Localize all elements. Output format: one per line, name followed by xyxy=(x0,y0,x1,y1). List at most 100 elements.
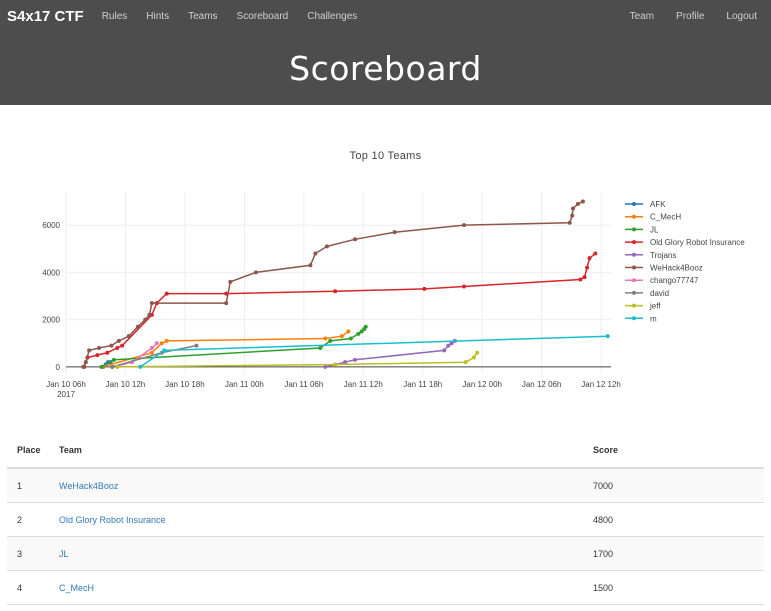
data-point-david[interactable] xyxy=(110,364,115,369)
data-point-wehack4booz[interactable] xyxy=(81,364,86,369)
team-link[interactable]: C_MecH xyxy=(59,583,94,593)
legend-marker-jeff[interactable] xyxy=(632,303,636,308)
data-point-trojans[interactable] xyxy=(442,348,447,353)
data-point-wehack4booz[interactable] xyxy=(308,263,313,268)
data-point-old-glory-robot-insurance[interactable] xyxy=(587,256,592,261)
data-point-jl[interactable] xyxy=(356,331,361,336)
data-point-m[interactable] xyxy=(605,334,610,339)
legend-marker-c-mech[interactable] xyxy=(632,214,636,219)
nav-hints-link[interactable]: Hints xyxy=(146,11,169,22)
data-point-old-glory-robot-insurance[interactable] xyxy=(462,284,467,289)
data-point-c-mech[interactable] xyxy=(159,341,164,346)
data-point-wehack4booz[interactable] xyxy=(571,206,576,211)
data-point-wehack4booz[interactable] xyxy=(575,201,580,206)
nav-logout-link[interactable]: Logout xyxy=(726,11,757,22)
data-point-wehack4booz[interactable] xyxy=(116,338,121,343)
data-point-wehack4booz[interactable] xyxy=(228,279,233,284)
data-point-jeff[interactable] xyxy=(463,360,468,365)
data-point-old-glory-robot-insurance[interactable] xyxy=(578,277,583,282)
x-tick-label: Jan 11 00h xyxy=(225,380,264,389)
series-line-jl[interactable] xyxy=(101,326,367,368)
data-point-wehack4booz[interactable] xyxy=(462,223,467,228)
team-link[interactable]: JL xyxy=(59,549,69,559)
data-point-wehack4booz[interactable] xyxy=(143,317,148,322)
data-point-trojans[interactable] xyxy=(353,357,358,362)
data-point-old-glory-robot-insurance[interactable] xyxy=(164,291,169,296)
chart-svg[interactable]: Jan 10 06h2017 Jan 10 12h Jan 10 18h Jan 11… xyxy=(0,105,771,433)
table-header-row: Place Team Score xyxy=(7,433,764,469)
data-point-wehack4booz[interactable] xyxy=(392,230,397,235)
data-point-wehack4booz[interactable] xyxy=(353,237,358,242)
legend-marker-david[interactable] xyxy=(632,290,636,295)
data-point-wehack4booz[interactable] xyxy=(324,244,329,249)
legend-marker-jl[interactable] xyxy=(632,227,636,232)
data-point-wehack4booz[interactable] xyxy=(253,270,258,275)
data-point-c-mech[interactable] xyxy=(164,338,169,343)
data-point-c-mech[interactable] xyxy=(149,350,154,355)
data-point-old-glory-robot-insurance[interactable] xyxy=(333,289,338,294)
legend-marker-trojans[interactable] xyxy=(632,252,636,257)
data-point-jeff[interactable] xyxy=(471,355,476,360)
data-point-trojans[interactable] xyxy=(446,343,451,348)
data-point-old-glory-robot-insurance[interactable] xyxy=(582,275,587,280)
data-point-wehack4booz[interactable] xyxy=(147,312,152,317)
data-point-wehack4booz[interactable] xyxy=(87,348,92,353)
header-team: Team xyxy=(49,433,583,469)
nav-challenges-link[interactable]: Challenges xyxy=(307,11,357,22)
data-point-old-glory-robot-insurance[interactable] xyxy=(585,265,590,270)
data-point-wehack4booz[interactable] xyxy=(126,334,131,339)
legend-marker-m[interactable] xyxy=(632,316,636,321)
data-point-jl[interactable] xyxy=(99,364,104,369)
nav-scoreboard-link[interactable]: Scoreboard xyxy=(237,11,289,22)
data-point-wehack4booz[interactable] xyxy=(97,346,102,350)
data-point-c-mech[interactable] xyxy=(346,329,351,334)
legend-marker-chango77747[interactable] xyxy=(632,278,636,283)
data-point-wehack4booz[interactable] xyxy=(580,199,585,204)
legend-marker-old-glory-robot-insurance[interactable] xyxy=(632,240,636,245)
team-link[interactable]: Old Glory Robot Insurance xyxy=(59,515,166,525)
data-point-jeff[interactable] xyxy=(333,362,338,367)
data-point-jl[interactable] xyxy=(111,357,116,362)
legend-marker-wehack4booz[interactable] xyxy=(632,265,636,270)
data-point-wehack4booz[interactable] xyxy=(224,301,229,306)
legend-marker-afk[interactable] xyxy=(632,202,636,206)
data-point-wehack4booz[interactable] xyxy=(135,324,140,329)
data-point-wehack4booz[interactable] xyxy=(83,360,88,365)
brand-logo[interactable]: S4x17 CTF xyxy=(7,8,84,25)
data-point-m[interactable] xyxy=(138,364,143,369)
team-link[interactable]: WeHack4Booz xyxy=(59,481,118,491)
data-point-wehack4booz[interactable] xyxy=(313,251,318,256)
legend-label-david: david xyxy=(650,289,669,298)
data-point-jl[interactable] xyxy=(363,324,368,329)
data-point-m[interactable] xyxy=(162,348,167,353)
nav-profile-link[interactable]: Profile xyxy=(676,11,704,22)
data-point-jeff[interactable] xyxy=(475,350,480,355)
data-point-wehack4booz[interactable] xyxy=(109,343,114,348)
scoreboard-chart: Top 10 Teams Jan 10 06h 2017 Jan 10 12h Jan… xyxy=(0,105,771,433)
data-point-old-glory-robot-insurance[interactable] xyxy=(105,350,110,355)
data-point-wehack4booz[interactable] xyxy=(149,301,154,306)
nav-rules-link[interactable]: Rules xyxy=(102,11,128,22)
nav-teams-link[interactable]: Teams xyxy=(188,11,217,22)
data-point-jl[interactable] xyxy=(348,336,353,341)
data-point-david[interactable] xyxy=(194,343,199,348)
header-place: Place xyxy=(7,433,49,469)
data-point-old-glory-robot-insurance[interactable] xyxy=(593,251,598,256)
data-point-old-glory-robot-insurance[interactable] xyxy=(422,286,427,291)
series-line-old-glory-robot-insurance[interactable] xyxy=(83,252,596,368)
nav-team-link[interactable]: Team xyxy=(630,11,654,22)
data-point-old-glory-robot-insurance[interactable] xyxy=(115,346,120,350)
data-point-jeff[interactable] xyxy=(115,364,120,369)
data-point-old-glory-robot-insurance[interactable] xyxy=(95,353,100,358)
data-point-chango77747[interactable] xyxy=(149,346,154,350)
data-point-chango77747[interactable] xyxy=(154,341,159,346)
data-point-jl[interactable] xyxy=(318,346,323,350)
data-point-jl[interactable] xyxy=(328,338,333,343)
data-point-trojans[interactable] xyxy=(323,364,328,369)
data-point-c-mech[interactable] xyxy=(339,334,344,339)
data-point-wehack4booz[interactable] xyxy=(567,220,572,225)
table-row: 4 C_MecH 1500 xyxy=(7,570,764,605)
data-point-old-glory-robot-insurance[interactable] xyxy=(120,343,125,348)
data-point-c-mech[interactable] xyxy=(323,336,328,341)
data-point-wehack4booz[interactable] xyxy=(570,213,575,218)
